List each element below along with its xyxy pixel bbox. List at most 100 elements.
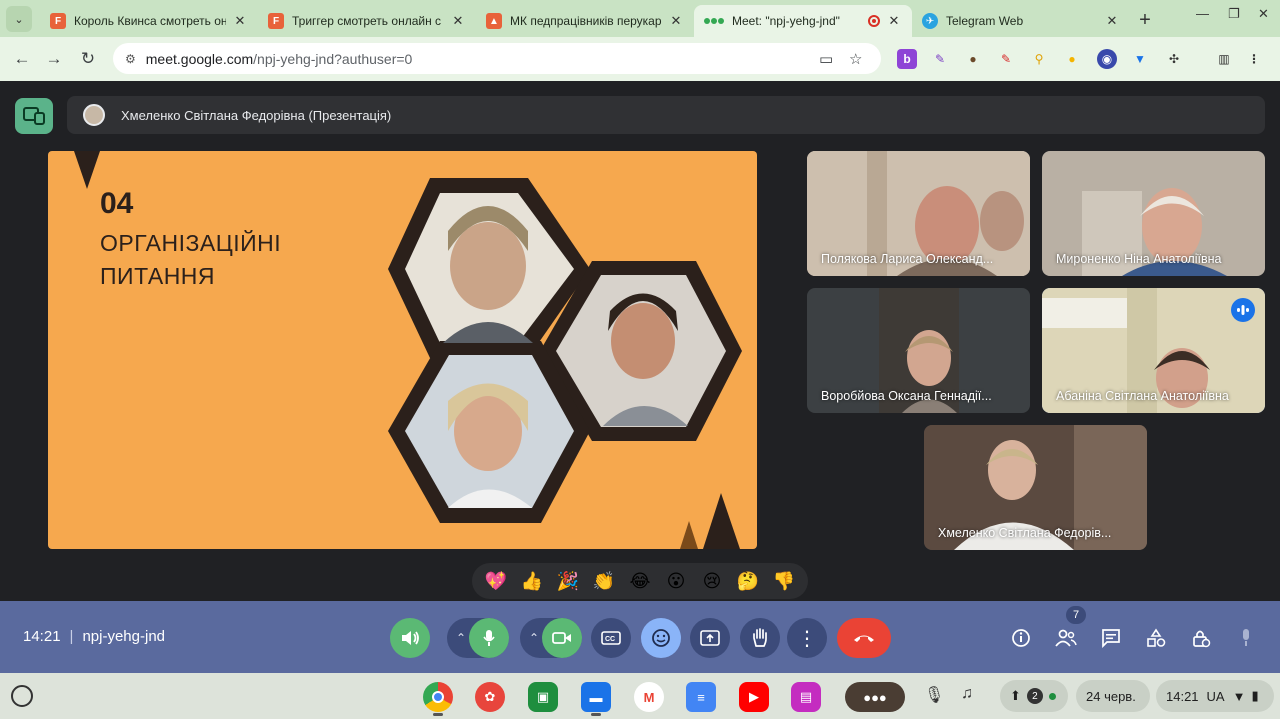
tab-search-button[interactable]: ⌄: [6, 6, 32, 32]
extension-circle-icon[interactable]: ◉: [1097, 49, 1117, 69]
reaction-party[interactable]: 🎉: [552, 565, 584, 597]
audio-output-button[interactable]: [390, 618, 430, 658]
presentation-layout-icon[interactable]: [15, 98, 53, 134]
browser-tab-active[interactable]: Meet: "npj-yehg-jnd" ✕: [694, 5, 912, 37]
meet-favicon-icon: [704, 13, 724, 29]
extension-marker-icon[interactable]: ✎: [996, 49, 1016, 69]
extension-bulb-icon[interactable]: ●: [1062, 49, 1082, 69]
recording-icon: [868, 15, 880, 27]
slide-number: 04: [100, 187, 134, 220]
maximize-icon[interactable]: ❐: [1228, 6, 1240, 22]
participant-name: Мироненко Ніна Анатоліївна: [1056, 252, 1222, 266]
site-info-icon[interactable]: ⚙: [125, 52, 136, 66]
tab-title: Telegram Web: [946, 14, 1024, 28]
browser-menu-icon[interactable]: ⋮: [1244, 49, 1264, 69]
browser-tab[interactable]: ✈ Telegram Web ✕: [912, 5, 1130, 37]
extensions-puzzle-icon[interactable]: ✣: [1164, 49, 1184, 69]
tab-favicon: F: [268, 13, 284, 29]
microphone-button[interactable]: [469, 618, 509, 658]
extension-owl-icon[interactable]: ●: [963, 49, 983, 69]
shelf-time: 14:21: [1166, 688, 1199, 704]
close-icon[interactable]: ✕: [668, 13, 684, 29]
reactions-bar: 💖 👍 🎉 👏 😂 😮 😢 🤔 👎: [472, 563, 808, 599]
notification-pill[interactable]: ⬆ 2: [1000, 680, 1068, 712]
youtube-app-icon[interactable]: ▶: [739, 682, 769, 712]
extension-pen-icon[interactable]: ✎: [930, 49, 950, 69]
extension-b-icon[interactable]: b: [897, 49, 917, 69]
close-icon[interactable]: ✕: [886, 13, 902, 29]
reload-button[interactable]: ↻: [71, 42, 105, 76]
slides-app-icon[interactable]: ▤: [791, 682, 821, 712]
participant-tile[interactable]: Мироненко Ніна Анатоліївна: [1042, 151, 1265, 276]
captions-button[interactable]: CC: [591, 618, 631, 658]
present-screen-button[interactable]: [690, 618, 730, 658]
open-windows-icon[interactable]: ●●●: [845, 682, 905, 712]
participant-tile[interactable]: Воробйова Оксана Геннадії...: [807, 288, 1030, 413]
raise-hand-button[interactable]: [740, 618, 780, 658]
leave-call-button[interactable]: [837, 618, 891, 658]
wifi-icon: ▼: [1232, 688, 1246, 704]
notification-count: 2: [1026, 688, 1043, 704]
participant-tile-speaking[interactable]: Абаніна Світлана Анатоліївна: [1042, 288, 1265, 413]
bookmark-star-icon[interactable]: ☆: [849, 50, 862, 68]
participant-tile[interactable]: Хмеленко Світлана Федорів...: [924, 425, 1147, 550]
slide-title-line: ОРГАНІЗАЦІЙНІ: [100, 230, 282, 256]
media-controls-icon[interactable]: ♫: [961, 685, 973, 703]
extension-zoom-icon[interactable]: ⚲: [1029, 49, 1049, 69]
close-icon[interactable]: ✕: [1104, 13, 1120, 29]
close-window-icon[interactable]: ✕: [1258, 6, 1269, 22]
meeting-info: 14:21 | npj-yehg-jnd: [23, 628, 166, 645]
tab-title: Триггер смотреть онлайн с: [292, 14, 442, 28]
reaction-thinking[interactable]: 🤔: [732, 565, 764, 597]
svg-text:CC: CC: [605, 636, 615, 643]
more-options-button[interactable]: ⋮: [787, 618, 827, 658]
browser-tab[interactable]: ▲ МК педпрацівників перукар ✕: [476, 5, 694, 37]
tab-title: МК педпрацівників перукар: [510, 14, 662, 28]
reaction-sad[interactable]: 😢: [696, 565, 728, 597]
reaction-surprised[interactable]: 😮: [660, 565, 692, 597]
camera-permission-icon[interactable]: ▭: [819, 50, 833, 68]
sidepanel-icon[interactable]: ▥: [1214, 49, 1234, 69]
new-tab-button[interactable]: +: [1130, 5, 1160, 35]
activities-button[interactable]: [1141, 623, 1171, 653]
camera-button[interactable]: [542, 618, 582, 658]
reaction-thumbs-down[interactable]: 👎: [768, 565, 800, 597]
meeting-details-button[interactable]: [1006, 623, 1036, 653]
extension-v-icon[interactable]: ▼: [1130, 49, 1150, 69]
calendar-pill[interactable]: 24 черв.: [1076, 680, 1150, 712]
close-icon[interactable]: ✕: [232, 13, 248, 29]
url-host: meet.google.com: [145, 50, 254, 67]
launcher-button[interactable]: [11, 685, 33, 707]
chat-button[interactable]: [1096, 623, 1126, 653]
close-icon[interactable]: ✕: [450, 13, 466, 29]
url-path: /npj-yehg-jnd?authuser=0: [253, 50, 413, 67]
presenter-banner: Хмеленко Світлана Федорівна (Презентація…: [67, 96, 1265, 134]
browser-tab[interactable]: F Король Квинса смотреть он ✕: [40, 5, 258, 37]
reaction-heart[interactable]: 💖: [480, 565, 512, 597]
dictation-mic-icon[interactable]: 🎙: [924, 685, 944, 705]
companion-mic-icon[interactable]: [1231, 623, 1261, 653]
slide-title: ОРГАНІЗАЦІЙНІ ПИТАННЯ: [100, 227, 281, 293]
docs-app-icon[interactable]: ≡: [686, 682, 716, 712]
host-controls-button[interactable]: [1186, 623, 1216, 653]
browser-tab[interactable]: F Триггер смотреть онлайн с ✕: [258, 5, 476, 37]
reactions-button[interactable]: [641, 618, 681, 658]
gmail-app-icon[interactable]: M: [634, 682, 664, 712]
minimize-icon[interactable]: —: [1196, 6, 1209, 21]
reaction-laugh[interactable]: 😂: [624, 565, 656, 597]
url-bar[interactable]: ⚙ meet.google.com/npj-yehg-jnd?authuser=…: [113, 43, 881, 74]
back-button[interactable]: ←: [5, 42, 39, 76]
people-button[interactable]: [1051, 623, 1081, 653]
participant-tile[interactable]: Полякова Лариса Олександ...: [807, 151, 1030, 276]
participant-name: Хмеленко Світлана Федорів...: [938, 526, 1112, 540]
system-tray[interactable]: 14:21 UA ▼ ▮: [1156, 680, 1274, 712]
meeting-code: npj-yehg-jnd: [82, 628, 166, 645]
paint-app-icon[interactable]: ✿: [475, 682, 505, 712]
classroom-app-icon[interactable]: ▣: [528, 682, 558, 712]
chrome-app-icon[interactable]: [423, 682, 453, 712]
forward-button[interactable]: →: [37, 42, 71, 76]
participant-name: Абаніна Світлана Анатоліївна: [1056, 389, 1229, 403]
reaction-clap[interactable]: 👏: [588, 565, 620, 597]
files-app-icon[interactable]: ▬: [581, 682, 611, 712]
reaction-thumbs-up[interactable]: 👍: [516, 565, 548, 597]
